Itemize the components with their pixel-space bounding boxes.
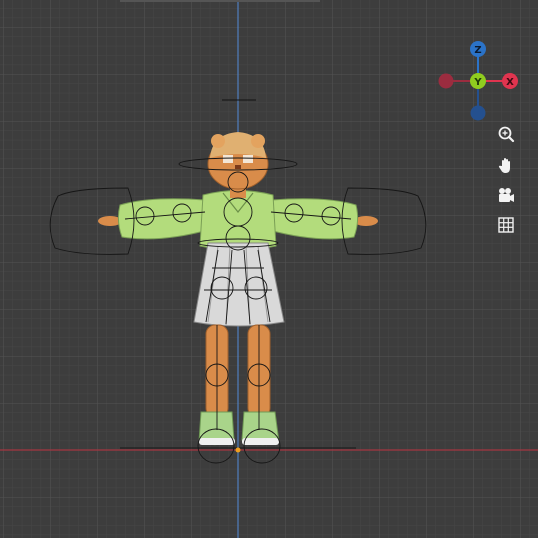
zoom-icon: [498, 126, 515, 143]
torso-shirt: [199, 190, 277, 251]
gizmo-neg-x-button[interactable]: [438, 73, 454, 89]
right-eye: [243, 155, 253, 163]
pan-button[interactable]: [493, 152, 519, 178]
origin-point: [235, 447, 241, 453]
gizmo-neg-z-button[interactable]: [470, 105, 486, 121]
header-strip: [120, 0, 320, 2]
camera-view-button[interactable]: [493, 182, 519, 208]
pan-hand-icon: [498, 158, 510, 173]
zoom-button[interactable]: [493, 122, 519, 148]
left-eye: [223, 155, 233, 163]
left-shoe-sole: [199, 438, 235, 445]
left-ear: [211, 134, 225, 148]
right-ear: [251, 134, 265, 148]
gizmo-x-label: X: [506, 77, 514, 88]
nose: [235, 165, 241, 169]
ortho-grid-icon: [498, 217, 514, 233]
gizmo-z-label: Z: [474, 45, 481, 56]
gizmo-y-label: Y: [473, 77, 482, 88]
right-shoe-sole: [242, 438, 279, 445]
navigation-gizmo[interactable]: Z X Y: [436, 38, 524, 124]
3d-viewport[interactable]: Z X Y: [0, 0, 538, 538]
ortho-toggle-button[interactable]: [493, 212, 519, 238]
camera-icon: [499, 188, 514, 202]
